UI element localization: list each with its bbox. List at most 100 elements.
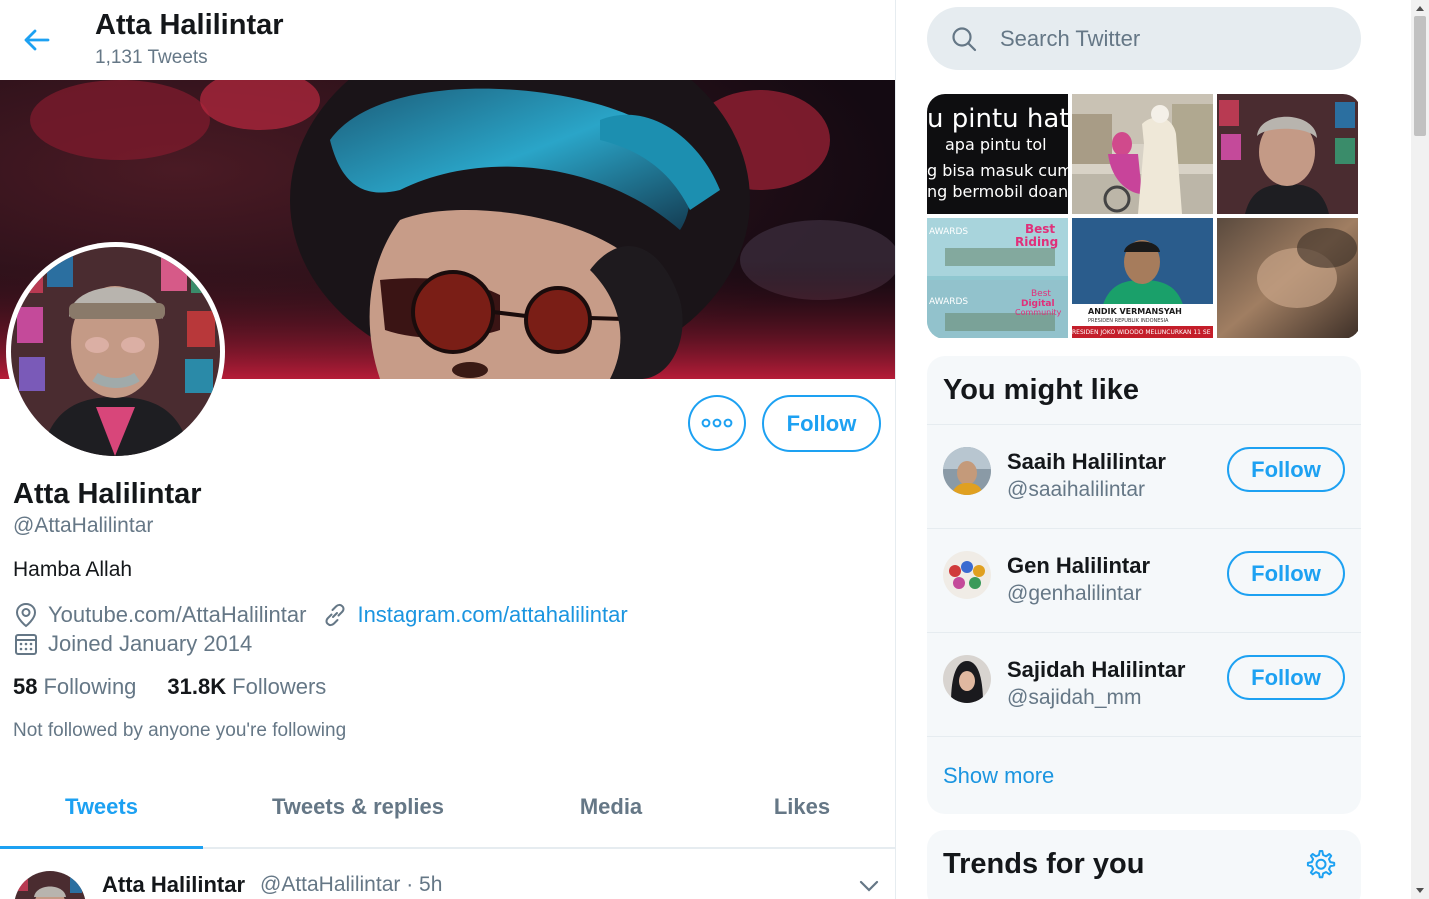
profile-header-bar: Atta Halilintar 1,131 Tweets <box>0 0 895 80</box>
thumb4-line-4: Best <box>1031 289 1051 299</box>
thumb1-line-2: apa pintu tol <box>945 135 1047 154</box>
media-thumb-portrait <box>1217 94 1358 214</box>
media-thumb-photo <box>1072 94 1213 214</box>
calendar-icon <box>15 634 37 655</box>
followers-label: Followers <box>232 674 327 699</box>
following-label: Following <box>43 674 137 699</box>
profile-joined-date: Joined January 2014 <box>48 631 253 656</box>
scroll-down-button[interactable] <box>1411 883 1429 899</box>
scroll-up-arrow-icon <box>1416 6 1424 11</box>
chevron-down-icon[interactable] <box>856 875 882 897</box>
thumb4-line-1: Best <box>1025 222 1055 236</box>
back-arrow-icon <box>24 29 50 51</box>
search-icon <box>952 26 977 51</box>
tweet-avatar[interactable] <box>14 871 86 899</box>
main-column: Atta Halilintar 1,131 Tweets Follow Atta… <box>0 0 896 899</box>
suggested-user[interactable]: Sajidah Halilintar @sajidah_mm Follow <box>927 632 1361 736</box>
twitter-profile-page: Atta Halilintar 1,131 Tweets Follow Atta… <box>0 0 1429 899</box>
thumb4-line-7: AWARDS <box>929 297 968 307</box>
page-scrollbar[interactable] <box>1411 0 1429 899</box>
profile-handle: @AttaHalilintar <box>13 514 154 537</box>
media-thumb-1[interactable]: u pintu hat apa pintu tol g bisa masuk c… <box>927 94 1068 214</box>
suggested-user[interactable]: Saaih Halilintar @saaihalilintar Follow <box>927 424 1361 528</box>
follow-button[interactable]: Follow <box>1227 447 1345 492</box>
profile-website-link[interactable]: Instagram.com/attahalilintar <box>357 602 627 628</box>
follow-button[interactable]: Follow <box>1227 655 1345 700</box>
followers-stat[interactable]: 31.8K Followers <box>167 674 326 700</box>
suggested-user-handle: @sajidah_mm <box>1007 686 1142 709</box>
page-title: Atta Halilintar <box>95 9 284 41</box>
profile-name: Atta Halilintar <box>13 478 202 510</box>
suggested-user-avatar[interactable] <box>943 551 991 599</box>
gear-icon[interactable] <box>1305 848 1337 880</box>
suggested-user-avatar[interactable] <box>943 447 991 495</box>
tab-media[interactable]: Media <box>513 767 709 847</box>
thumb1-line-3: g bisa masuk cum <box>927 161 1068 180</box>
follow-button[interactable]: Follow <box>1227 551 1345 596</box>
tweet-count: 1,131 Tweets <box>95 47 208 68</box>
following-stat[interactable]: 58 Following <box>13 674 136 700</box>
thumb4-line-3: AWARDS <box>929 227 968 237</box>
thumb1-line-4: ng bermobil doang <box>927 182 1068 201</box>
show-more-link[interactable]: Show more <box>927 736 1361 814</box>
profile-follow-button[interactable]: Follow <box>762 395 881 452</box>
suggested-user-handle: @genhalilintar <box>1007 582 1142 605</box>
tab-tweets-and-replies[interactable]: Tweets & replies <box>203 767 513 847</box>
profile-tabs: Tweets Tweets & replies Media Likes <box>0 767 895 849</box>
media-thumb-4[interactable]: Best Riding AWARDS Best Digital Communit… <box>927 218 1068 338</box>
suggested-user-avatar[interactable] <box>943 655 991 703</box>
trends-panel: Trends for you <box>927 830 1361 899</box>
trends-title: Trends for you <box>943 848 1145 880</box>
tweet-author-name[interactable]: Atta Halilintar <box>102 872 245 898</box>
followers-count: 31.8K <box>167 674 227 699</box>
thumb5-line-1: ANDIK VERMANSYAH <box>1088 307 1182 316</box>
tab-tweets[interactable]: Tweets <box>0 767 203 849</box>
thumb4-line-2: Riding <box>1015 235 1058 249</box>
who-to-follow-panel: You might like Saaih Halilintar @saaihal… <box>927 356 1361 814</box>
not-followed-notice: Not followed by anyone you're following <box>13 720 347 741</box>
profile-avatar[interactable] <box>6 242 225 461</box>
media-thumb-5[interactable]: ANDIK VERMANSYAH PRESIDEN REPUBLIK INDON… <box>1072 218 1213 338</box>
media-thumb-text-image: u pintu hat apa pintu tol g bisa masuk c… <box>927 94 1068 214</box>
media-thumb-blurred <box>1217 218 1358 338</box>
avatar-photo <box>943 447 991 495</box>
scroll-up-button[interactable] <box>1411 0 1429 16</box>
media-grid: u pintu hat apa pintu tol g bisa masuk c… <box>927 94 1361 339</box>
profile-stats: 58 Following 31.8K Followers <box>13 674 357 700</box>
profile-joined-line: Joined January 2014 <box>13 631 252 657</box>
tweet-avatar-photo <box>14 871 86 899</box>
thumb4-line-6: Community <box>1015 308 1062 317</box>
search-input[interactable]: Search Twitter <box>927 7 1361 70</box>
thumb5-line-3: RESIDEN JOKO WIDODO MELUNCURKAN 11 SE <box>1072 329 1211 336</box>
tweet-author-meta: @AttaHalilintar · 5h <box>260 873 443 896</box>
media-thumb-news: ANDIK VERMANSYAH PRESIDEN REPUBLIK INDON… <box>1072 218 1213 338</box>
profile-location: Youtube.com/AttaHalilintar <box>48 602 307 627</box>
thumb5-line-2: PRESIDEN REPUBLIK INDONESIA <box>1088 318 1169 324</box>
back-button[interactable] <box>18 22 54 58</box>
following-count: 58 <box>13 674 38 699</box>
avatar-photo <box>943 551 991 599</box>
media-thumb-2[interactable] <box>1072 94 1213 214</box>
more-dots-icon <box>701 418 733 428</box>
thumb1-line-1: u pintu hat <box>927 104 1068 134</box>
suggested-user-name: Gen Halilintar <box>1007 553 1151 578</box>
sidebar: Search Twitter u pintu hat apa pintu tol… <box>897 0 1411 899</box>
tweet-item[interactable]: Atta Halilintar @AttaHalilintar · 5h <box>0 849 895 899</box>
media-thumb-6[interactable] <box>1217 218 1358 338</box>
search-placeholder: Search Twitter <box>1000 25 1141 51</box>
avatar-photo <box>943 655 991 703</box>
suggested-user[interactable]: Gen Halilintar @genhalilintar Follow <box>927 528 1361 632</box>
scrollbar-thumb[interactable] <box>1414 16 1426 136</box>
more-options-button[interactable] <box>688 395 746 451</box>
who-to-follow-title: You might like <box>943 374 1140 406</box>
suggested-user-handle: @saaihalilintar <box>1007 478 1146 501</box>
location-pin-icon <box>15 602 37 628</box>
scroll-down-arrow-icon <box>1416 888 1424 893</box>
link-icon <box>325 603 345 627</box>
media-thumb-awards: Best Riding AWARDS Best Digital Communit… <box>927 218 1068 338</box>
suggested-user-name: Saaih Halilintar <box>1007 449 1166 474</box>
profile-bio: Hamba Allah <box>13 558 133 581</box>
media-thumb-3[interactable] <box>1217 94 1358 214</box>
tab-likes[interactable]: Likes <box>709 767 895 847</box>
profile-meta-line: Youtube.com/AttaHalilintar Instagram.com… <box>13 602 628 628</box>
